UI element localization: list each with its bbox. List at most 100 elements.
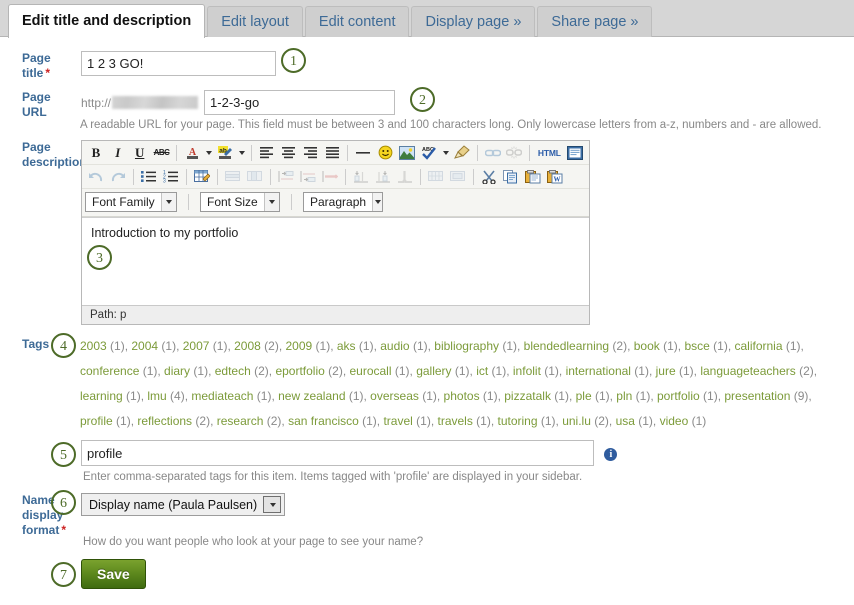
cut-icon[interactable] xyxy=(478,167,500,187)
tag-link[interactable]: book xyxy=(634,339,660,353)
tag-link[interactable]: gallery xyxy=(416,364,451,378)
tag-link[interactable]: presentation xyxy=(724,389,790,403)
tag-link[interactable]: ple xyxy=(576,389,592,403)
align-left-icon[interactable] xyxy=(256,143,278,163)
tag-link[interactable]: blendedlearning xyxy=(524,339,609,353)
tag-link[interactable]: audio xyxy=(380,339,409,353)
tag-link[interactable]: jure xyxy=(656,364,676,378)
background-color-dropdown-icon[interactable] xyxy=(236,143,247,163)
tag-link[interactable]: ict xyxy=(476,364,488,378)
merge-table-cells-icon[interactable] xyxy=(447,167,469,187)
undo-icon[interactable] xyxy=(85,167,107,187)
tag-link[interactable]: diary xyxy=(164,364,190,378)
edit-html-source-icon[interactable]: HTML xyxy=(534,143,564,163)
tag-link[interactable]: portfolio xyxy=(657,389,700,403)
tag-link[interactable]: 2004 xyxy=(131,339,158,353)
info-icon[interactable]: i xyxy=(604,447,618,461)
tag-link[interactable]: bibliography xyxy=(434,339,499,353)
spellcheck-dropdown-icon[interactable] xyxy=(440,143,451,163)
save-button[interactable]: Save xyxy=(81,559,146,589)
tag-link[interactable]: profile xyxy=(80,414,113,428)
tag-link[interactable]: 2007 xyxy=(183,339,210,353)
italic-icon[interactable]: I xyxy=(107,143,129,163)
font-family-select[interactable]: Font Family xyxy=(85,192,177,212)
tab-edit-title-and-description[interactable]: Edit title and description xyxy=(8,4,206,38)
tag-link[interactable]: san francisco xyxy=(288,414,359,428)
tag-link[interactable]: pizzatalk xyxy=(504,389,551,403)
cleanup-icon[interactable] xyxy=(451,143,473,163)
insert-link-icon[interactable] xyxy=(482,143,504,163)
tag-link[interactable]: california xyxy=(734,339,782,353)
delete-row-icon[interactable] xyxy=(319,167,341,187)
tag-link[interactable]: languageteachers xyxy=(700,364,795,378)
tag-link[interactable]: new zealand xyxy=(278,389,345,403)
background-color-icon[interactable]: ab xyxy=(214,143,236,163)
tag-link[interactable]: mediateach xyxy=(191,389,253,403)
copy-icon[interactable] xyxy=(500,167,522,187)
tag-link[interactable]: conference xyxy=(80,364,139,378)
tag-link[interactable]: travels xyxy=(437,414,472,428)
tab-edit-content[interactable]: Edit content xyxy=(304,6,410,37)
tag-link[interactable]: overseas xyxy=(370,389,419,403)
strikethrough-icon[interactable]: ABC xyxy=(151,143,173,163)
tag-link[interactable]: video xyxy=(660,414,689,428)
insert-row-before-icon[interactable] xyxy=(275,167,297,187)
fullscreen-icon[interactable] xyxy=(564,143,586,163)
page-description-editable-area[interactable]: Introduction to my portfolio xyxy=(82,217,589,305)
insert-table-icon[interactable] xyxy=(191,167,213,187)
tag-link[interactable]: 2008 xyxy=(234,339,261,353)
insert-row-after-icon[interactable] xyxy=(297,167,319,187)
tag-link[interactable]: eportfolio xyxy=(275,364,324,378)
tab-share-page[interactable]: Share page » xyxy=(537,6,653,37)
table-cell-properties-icon[interactable] xyxy=(244,167,266,187)
page-title-input[interactable] xyxy=(81,51,276,76)
insert-image-icon[interactable] xyxy=(396,143,418,163)
tag-link[interactable]: pln xyxy=(616,389,632,403)
tag-link[interactable]: infolit xyxy=(513,364,541,378)
paste-icon[interactable] xyxy=(522,167,544,187)
table-row-properties-icon[interactable] xyxy=(222,167,244,187)
text-color-icon[interactable]: A xyxy=(181,143,203,163)
tag-link[interactable]: aks xyxy=(337,339,356,353)
align-center-icon[interactable] xyxy=(278,143,300,163)
tag-link[interactable]: international xyxy=(566,364,631,378)
insert-column-after-icon[interactable] xyxy=(372,167,394,187)
paragraph-format-select[interactable]: Paragraph xyxy=(303,192,383,212)
tag-link[interactable]: usa xyxy=(616,414,635,428)
tag-link[interactable]: eurocall xyxy=(349,364,391,378)
paste-from-word-icon[interactable]: W xyxy=(544,167,566,187)
tab-edit-layout[interactable]: Edit layout xyxy=(207,6,303,37)
align-right-icon[interactable] xyxy=(300,143,322,163)
tag-link[interactable]: learning xyxy=(80,389,123,403)
align-justify-icon[interactable] xyxy=(322,143,344,163)
underline-icon[interactable]: U xyxy=(129,143,151,163)
unlink-icon[interactable] xyxy=(504,143,526,163)
horizontal-rule-icon[interactable] xyxy=(352,143,374,163)
numbered-list-icon[interactable]: 123 xyxy=(160,167,182,187)
text-color-dropdown-icon[interactable] xyxy=(203,143,214,163)
delete-column-icon[interactable] xyxy=(394,167,416,187)
tag-link[interactable]: lmu xyxy=(147,389,166,403)
tags-input[interactable] xyxy=(81,440,594,466)
tag-link[interactable]: tutoring xyxy=(498,414,538,428)
tab-display-page[interactable]: Display page » xyxy=(411,6,536,37)
page-url-input[interactable] xyxy=(204,90,396,115)
split-table-cells-icon[interactable] xyxy=(425,167,447,187)
font-size-select[interactable]: Font Size xyxy=(200,192,280,212)
tag-link[interactable]: edtech xyxy=(215,364,251,378)
tag-link[interactable]: 2009 xyxy=(286,339,313,353)
spellcheck-icon[interactable]: ABC xyxy=(418,143,440,163)
tag-link[interactable]: photos xyxy=(444,389,480,403)
redo-icon[interactable] xyxy=(107,167,129,187)
bold-icon[interactable]: B xyxy=(85,143,107,163)
tag-link[interactable]: bsce xyxy=(684,339,709,353)
tag-link[interactable]: uni.lu xyxy=(562,414,591,428)
tag-link[interactable]: travel xyxy=(383,414,412,428)
emoticon-icon[interactable] xyxy=(374,143,396,163)
insert-column-before-icon[interactable] xyxy=(350,167,372,187)
tag-link[interactable]: research xyxy=(217,414,264,428)
tag-link[interactable]: 2003 xyxy=(80,339,107,353)
tag-link[interactable]: reflections xyxy=(137,414,192,428)
name-display-format-select[interactable]: Display name (Paula Paulsen) xyxy=(81,493,286,516)
bullet-list-icon[interactable] xyxy=(138,167,160,187)
